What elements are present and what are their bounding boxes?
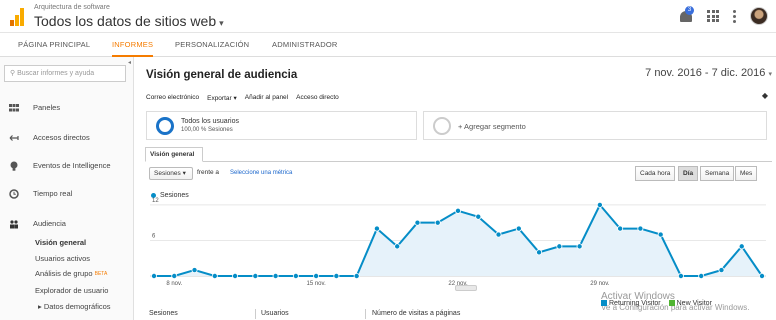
sessions-line-chart: 1268 nov. 15 nov. 22 nov. 29 nov. <box>150 198 766 287</box>
sidebar-item-audiencia[interactable]: Audiencia <box>0 217 134 231</box>
sidebar-item-accesos-directos[interactable]: Accesos directos <box>0 131 134 145</box>
sidebar-item-vision-general[interactable]: Visión general <box>35 237 86 249</box>
sidebar-item-explorador-de-usuario[interactable]: Explorador de usuario <box>35 285 108 297</box>
sidebar-item-label: Audiencia <box>33 219 66 228</box>
divider <box>255 309 256 319</box>
data-point <box>738 243 745 250</box>
data-point <box>191 267 198 274</box>
notifications-badge: 3 <box>685 6 694 15</box>
x-tick-label: 29 nov. <box>590 281 610 287</box>
grid-icon <box>9 104 19 112</box>
beta-badge: BETA <box>94 271 108 277</box>
tab-administrador[interactable]: ADMINISTRADOR <box>272 33 338 57</box>
legend-label: Returning Visitor <box>609 300 661 307</box>
sidebar-item-analisis-de-grupo[interactable]: Análisis de grupo BETA <box>35 268 107 280</box>
metric-header-sesiones: Sesiones <box>149 310 178 317</box>
collapse-sidebar-icon[interactable]: ◂ <box>128 59 131 66</box>
data-point <box>434 219 441 226</box>
pie-legend: Returning Visitor New Visitor <box>601 300 712 307</box>
data-point <box>698 272 705 279</box>
clock-icon <box>9 189 19 199</box>
data-point <box>333 272 340 279</box>
data-point <box>232 272 239 279</box>
data-point <box>454 207 461 214</box>
sidebar-item-label: Accesos directos <box>33 133 90 142</box>
tab-pagina-principal[interactable]: PÁGINA PRINCIPAL <box>18 33 90 57</box>
square-icon <box>601 300 607 307</box>
sidebar-item-paneles[interactable]: Paneles <box>0 101 134 115</box>
search-icon: ⚲ <box>10 70 16 77</box>
data-point <box>556 243 563 250</box>
tab-personalizacion[interactable]: PERSONALIZACIÓN <box>175 33 249 57</box>
data-point <box>536 249 543 256</box>
data-point <box>657 231 664 238</box>
divider <box>365 309 366 319</box>
search-placeholder: Buscar informes y ayuda <box>17 70 95 77</box>
caret-down-icon: ▾ <box>219 18 224 28</box>
lightbulb-icon <box>10 161 18 171</box>
account-selector[interactable]: Todos los datos de sitios web ▾ <box>34 13 224 29</box>
y-tick-label: 12 <box>152 198 159 204</box>
x-tick-label: 15 nov. <box>307 281 327 287</box>
data-point <box>353 272 360 279</box>
data-point <box>313 272 320 279</box>
data-point <box>596 201 603 208</box>
sidebar-item-label: Paneles <box>33 103 61 112</box>
data-point <box>414 219 421 226</box>
data-point <box>292 272 299 279</box>
more-options-icon[interactable] <box>733 9 736 23</box>
tab-vision-general[interactable]: Visión general <box>145 147 203 162</box>
sidebar-item-datos-demograficos[interactable]: ▸ Datos demográficos <box>38 301 111 313</box>
y-tick-label: 6 <box>152 233 156 239</box>
legend-item-returning: Returning Visitor <box>601 300 661 307</box>
data-point <box>718 267 725 274</box>
data-point <box>150 272 157 279</box>
people-icon <box>10 220 18 229</box>
data-point <box>475 213 482 220</box>
data-point <box>759 272 766 279</box>
chart-scroll-handle[interactable] <box>455 285 477 291</box>
sidebar-item-eventos-de-intelligence[interactable]: Eventos de Intelligence <box>0 159 134 173</box>
account-subtitle[interactable]: Arquitectura de software <box>34 4 110 11</box>
shortcut-arrow-icon <box>9 135 19 141</box>
top-right-icons: 3 <box>679 6 768 26</box>
tab-informes[interactable]: INFORMES <box>112 33 154 57</box>
data-point <box>576 243 583 250</box>
data-point <box>394 243 401 250</box>
data-point <box>637 225 644 232</box>
apps-grid-icon[interactable] <box>707 10 719 22</box>
metric-header-usuarios: Usuarios <box>261 310 289 317</box>
data-point <box>677 272 684 279</box>
sidebar-item-label: Tiempo real <box>33 189 73 198</box>
data-point <box>252 272 259 279</box>
sidebar-item-label: Eventos de Intelligence <box>33 161 111 170</box>
notifications-bell-icon[interactable]: 3 <box>679 6 694 23</box>
data-point <box>211 272 218 279</box>
data-point <box>495 231 502 238</box>
sidebar-item-tiempo-real[interactable]: Tiempo real <box>0 187 134 201</box>
x-tick-label: 8 nov. <box>166 281 182 287</box>
main-nav: PÁGINA PRINCIPAL INFORMES PERSONALIZACIÓ… <box>0 33 776 57</box>
data-point <box>272 272 279 279</box>
top-bar: Arquitectura de software Todos los datos… <box>0 0 776 33</box>
account-title: Todos los datos de sitios web <box>34 13 217 29</box>
data-point <box>373 225 380 232</box>
legend-item-new: New Visitor <box>668 300 712 307</box>
data-point <box>171 272 178 279</box>
data-point <box>617 225 624 232</box>
sidebar-item-usuarios-activos[interactable]: Usuarios activos <box>35 253 90 265</box>
main-content: Visión general de audiencia 7 nov. 2016 … <box>135 57 776 320</box>
avatar[interactable] <box>750 7 768 25</box>
analytics-logo-icon[interactable] <box>10 8 24 26</box>
square-icon <box>668 300 675 307</box>
sidebar: ⚲ Buscar informes y ayuda ◂ Paneles Acce… <box>0 57 134 320</box>
data-point <box>515 225 522 232</box>
search-input[interactable]: ⚲ Buscar informes y ayuda <box>4 65 126 82</box>
metric-header-pageviews: Número de visitas a páginas <box>372 310 461 317</box>
legend-label: New Visitor <box>676 300 712 307</box>
sidebar-item-label: Análisis de grupo <box>35 269 93 278</box>
